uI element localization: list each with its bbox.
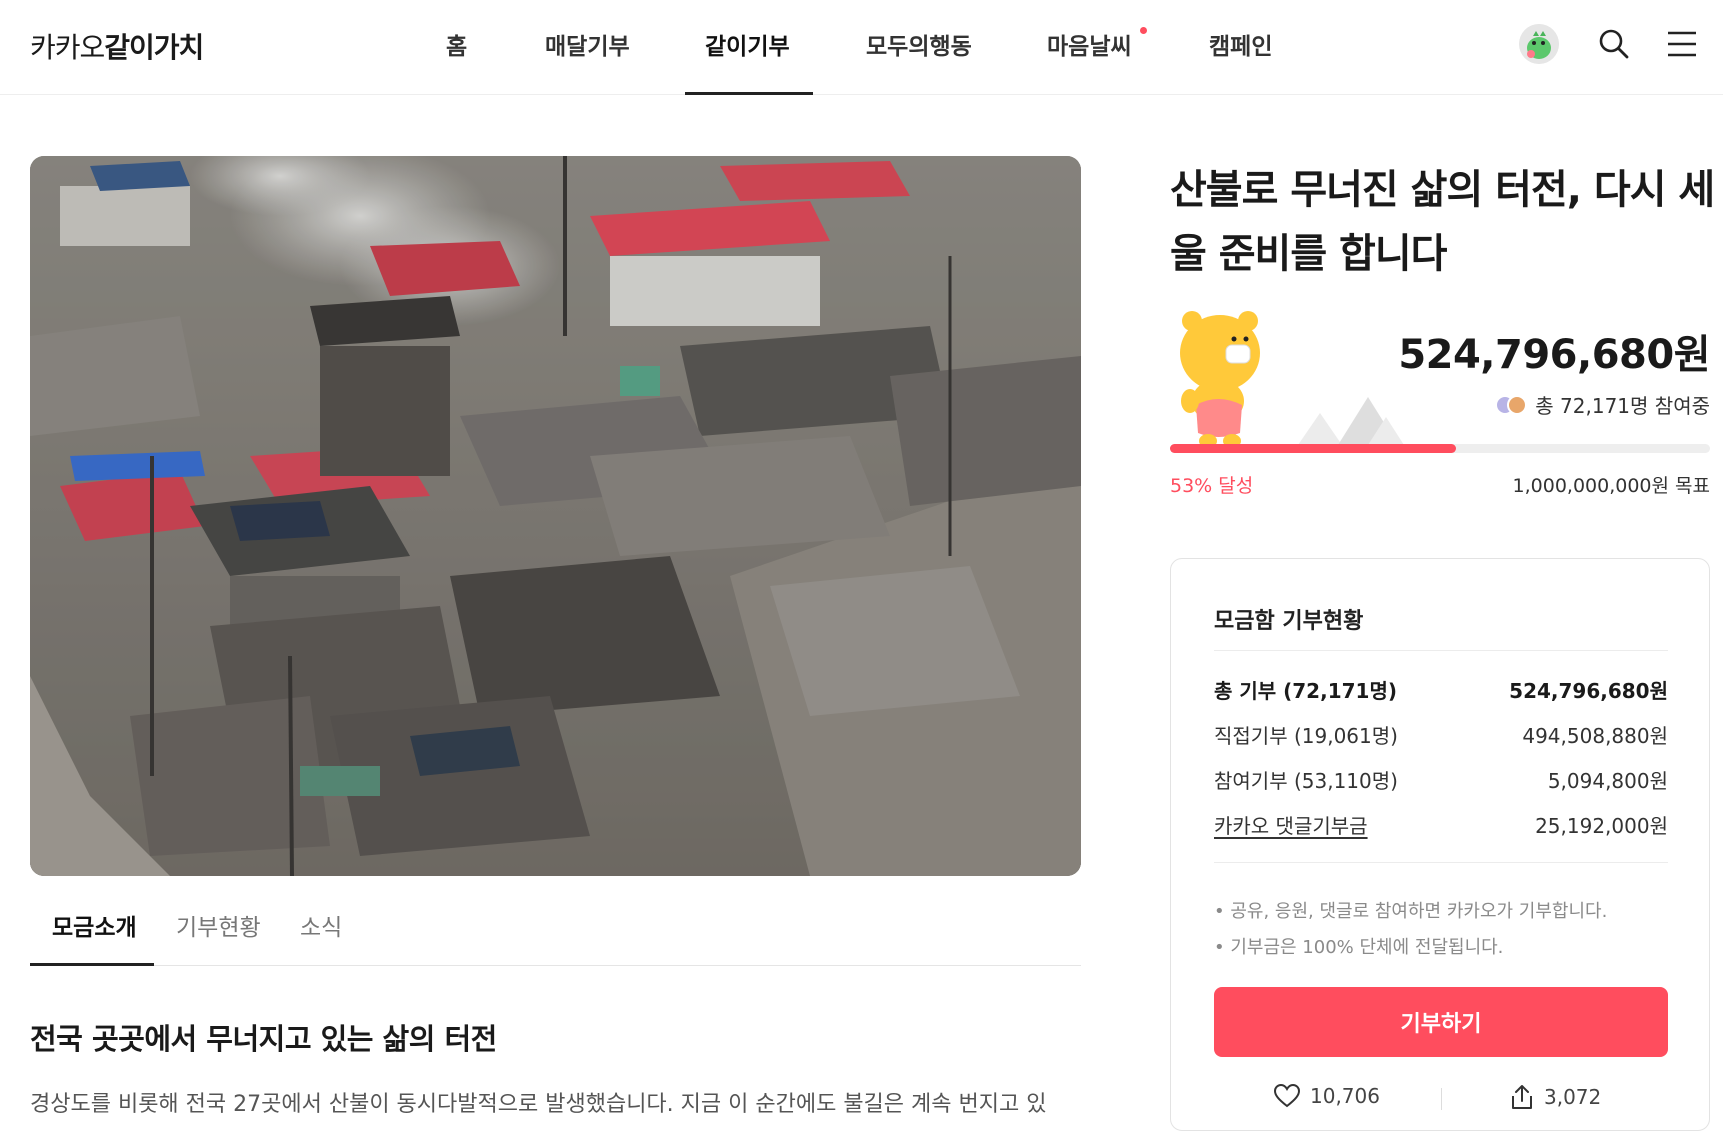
share-count: 3,072 xyxy=(1544,1085,1602,1109)
menu-icon[interactable] xyxy=(1663,25,1701,63)
donate-button[interactable]: 기부하기 xyxy=(1214,987,1668,1057)
section-title: 전국 곳곳에서 무너지고 있는 삶의 터전 xyxy=(30,1022,497,1056)
row-value: 25,192,000원 xyxy=(1535,814,1668,838)
avatar-icon xyxy=(1519,24,1559,64)
raised-amount: 524,796,680원 xyxy=(1398,332,1710,378)
progress-bar xyxy=(1170,444,1710,453)
row-value: 5,094,800원 xyxy=(1547,769,1668,793)
progress-bar-fill xyxy=(1170,444,1457,453)
new-dot-badge xyxy=(1140,27,1147,34)
participant-avatar-icon xyxy=(1507,394,1528,415)
divider xyxy=(1214,650,1668,651)
divider xyxy=(1214,862,1668,863)
summary-row-participation: 참여기부 (53,110명) 5,094,800원 xyxy=(1214,765,1668,795)
mountain-decoration xyxy=(1298,395,1408,445)
action-bar: 10,706 3,072 xyxy=(1214,1084,1668,1114)
heart-icon xyxy=(1274,1084,1300,1108)
share-button[interactable]: 3,072 xyxy=(1510,1084,1601,1110)
tab-active-indicator xyxy=(30,963,154,966)
burned-village-photo xyxy=(30,156,1081,876)
comment-donation-link[interactable]: 카카오 댓글기부금 xyxy=(1214,810,1368,839)
top-header: 카카오같이가치 홈 매달기부 같이기부 모두의행동 마음날씨 캠페인 xyxy=(0,0,1723,95)
logo-bold: 같이가치 xyxy=(104,31,204,64)
participants-label: 총 72,171명 참여중 xyxy=(1535,394,1710,418)
summary-row-total: 총 기부 (72,171명) 524,796,680원 xyxy=(1214,675,1668,705)
row-value: 494,508,880원 xyxy=(1522,724,1668,748)
summary-row-direct: 직접기부 (19,061명) 494,508,880원 xyxy=(1214,720,1668,750)
ryan-character-illustration xyxy=(1170,305,1280,450)
logo[interactable]: 카카오같이가치 xyxy=(30,26,204,66)
nav-mind-weather[interactable]: 마음날씨 xyxy=(1047,27,1132,61)
avatar[interactable] xyxy=(1519,24,1559,64)
like-count: 10,706 xyxy=(1310,1084,1380,1108)
campaign-title: 산불로 무너진 삶의 터전, 다시 세울 준비를 합니다 xyxy=(1170,167,1715,277)
row-label: 참여기부 (53,110명) xyxy=(1214,769,1398,793)
donation-summary-card: 모금함 기부현황 총 기부 (72,171명) 524,796,680원 직접기… xyxy=(1170,558,1710,1131)
tab-intro[interactable]: 모금소개 xyxy=(52,908,137,942)
tab-news[interactable]: 소식 xyxy=(300,908,342,942)
nav-together[interactable]: 같이기부 xyxy=(705,27,790,61)
row-label: 총 기부 (72,171명) xyxy=(1214,679,1397,703)
participants-count: 총 72,171명 참여중 xyxy=(1495,390,1710,419)
progress-percent: 53% 달성 xyxy=(1170,475,1254,497)
section-body: 경상도를 비롯해 전국 27곳에서 산불이 동시다발적으로 발생했습니다. 지금… xyxy=(30,1092,1047,1117)
tab-status[interactable]: 기부현황 xyxy=(176,908,261,942)
share-icon xyxy=(1512,1085,1532,1109)
participant-avatars xyxy=(1495,394,1528,415)
card-title: 모금함 기부현황 xyxy=(1214,609,1364,634)
nav-monthly[interactable]: 매달기부 xyxy=(545,27,630,61)
nav-campaign[interactable]: 캠페인 xyxy=(1209,27,1272,61)
nav-active-indicator xyxy=(685,92,813,95)
logo-light: 카카오 xyxy=(30,31,105,64)
nav-home[interactable]: 홈 xyxy=(446,27,467,61)
goal-amount: 1,000,000,000원 목표 xyxy=(1512,475,1710,497)
content-tabs: 모금소개 기부현황 소식 xyxy=(30,886,1081,966)
summary-row-comment-donation: 카카오 댓글기부금 25,192,000원 xyxy=(1214,810,1668,840)
nav-everyone-action[interactable]: 모두의행동 xyxy=(866,27,972,61)
campaign-hero-image xyxy=(30,156,1081,876)
row-label: 직접기부 (19,061명) xyxy=(1214,724,1398,748)
note-kakao-donates: • 공유, 응원, 댓글로 참여하면 카카오가 기부합니다. xyxy=(1214,901,1608,922)
note-full-delivery: • 기부금은 100% 단체에 전달됩니다. xyxy=(1214,937,1504,958)
row-value: 524,796,680원 xyxy=(1509,679,1668,703)
like-button[interactable]: 10,706 xyxy=(1274,1084,1380,1108)
divider xyxy=(1441,1088,1442,1110)
search-icon[interactable] xyxy=(1595,25,1633,63)
